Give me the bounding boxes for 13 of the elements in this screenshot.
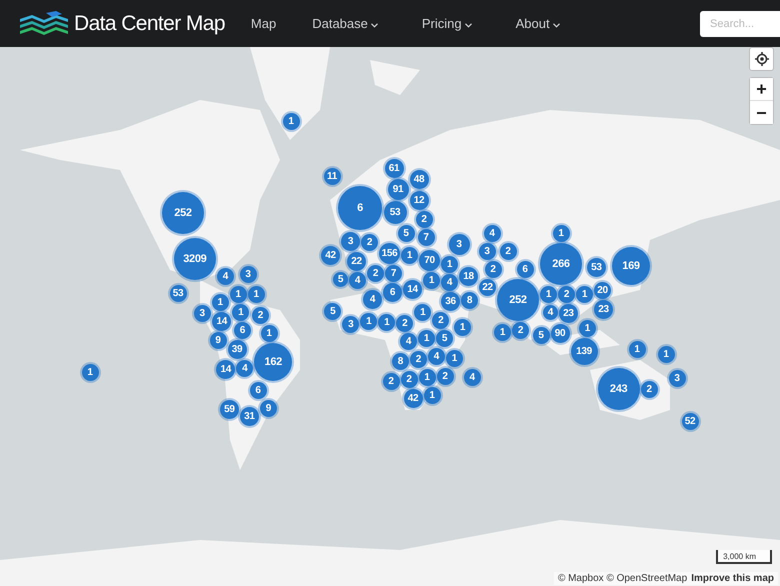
nav-link[interactable]: Map: [250, 16, 276, 31]
attribution-text: © Mapbox © OpenStreetMap: [558, 573, 688, 584]
zoom-in-button[interactable]: +: [750, 78, 773, 101]
improve-map-link[interactable]: Improve this map: [691, 573, 774, 584]
nav-link[interactable]: Database: [312, 16, 378, 31]
scale-bar: 3,000 km: [716, 550, 772, 564]
logo-icon: [18, 10, 70, 36]
nav-link[interactable]: About: [516, 16, 560, 31]
nav-link[interactable]: Pricing: [422, 16, 472, 31]
logo-text[interactable]: Data Center Map: [74, 12, 225, 36]
target-icon: [754, 52, 768, 66]
locate-button[interactable]: [749, 47, 774, 71]
search-field[interactable]: Search...: [700, 10, 780, 36]
